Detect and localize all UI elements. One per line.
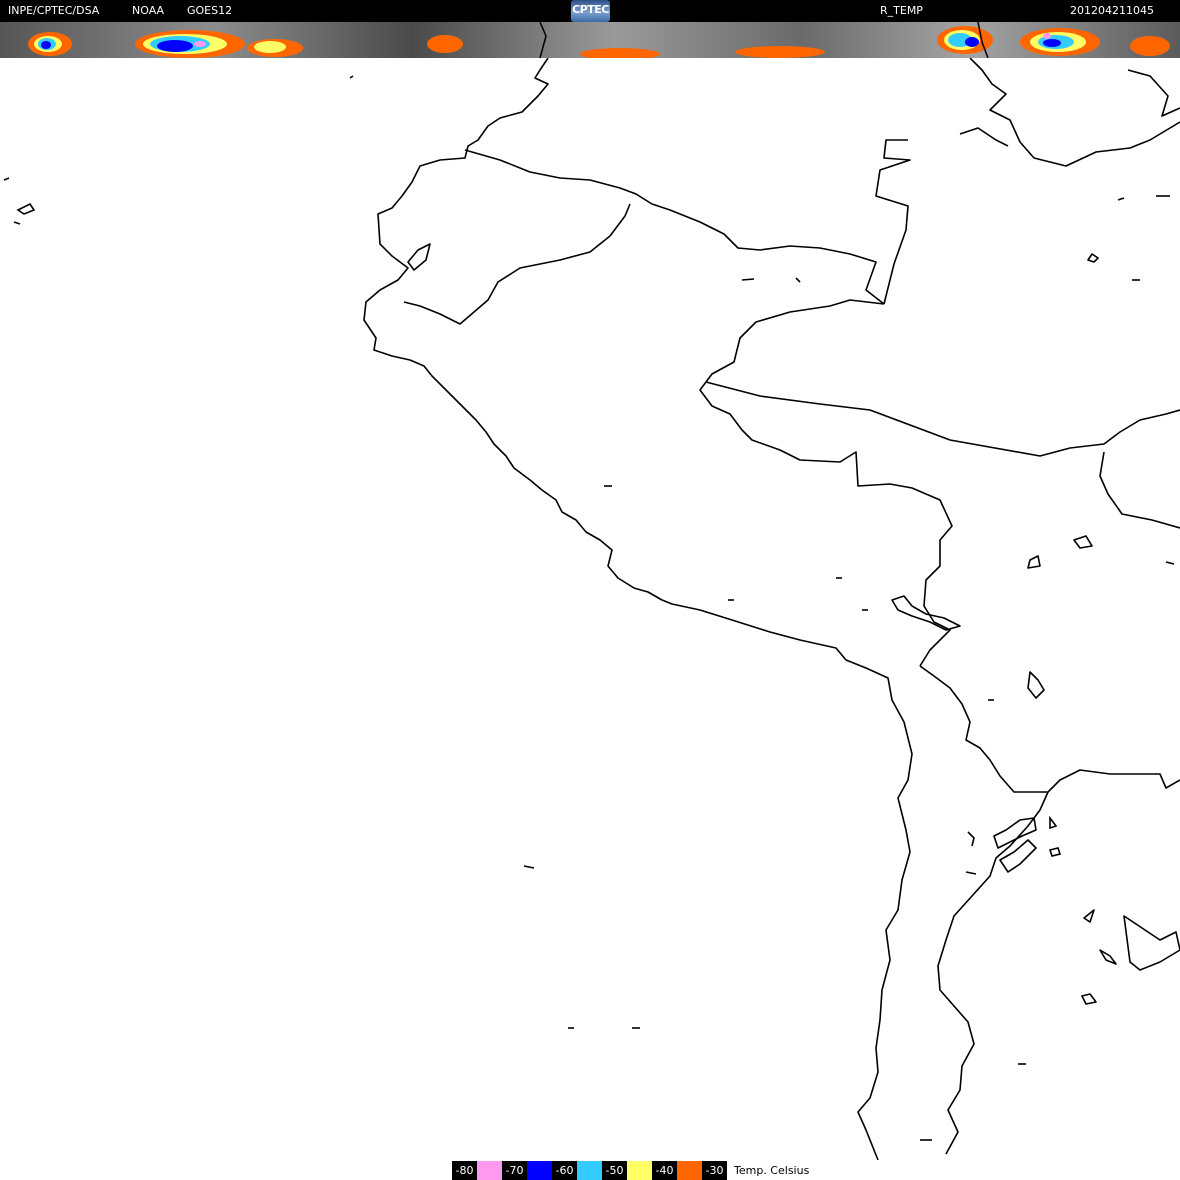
lake-feature <box>1081 993 1097 1005</box>
island <box>523 865 535 869</box>
product-label: R_TEMP <box>880 4 923 17</box>
legend-label: -80 <box>452 1161 477 1180</box>
border-northeast-2 <box>1127 69 1180 117</box>
border-northeast <box>969 58 1180 167</box>
legend-label: -60 <box>552 1161 577 1180</box>
cloud-top-imagery <box>28 22 1170 58</box>
legend-label: -30 <box>702 1161 727 1180</box>
lake-feature <box>1073 535 1093 549</box>
border-bolivia-chile <box>919 665 1180 793</box>
island <box>1117 197 1125 201</box>
island <box>1049 815 1058 830</box>
island <box>349 75 354 79</box>
lake-feature <box>1027 671 1045 699</box>
island <box>3 177 10 181</box>
border-guiana <box>959 127 1009 147</box>
island <box>1048 847 1062 857</box>
border-brazil-bolivia <box>1099 451 1180 529</box>
legend-unit: Temp. Celsius <box>734 1164 810 1177</box>
island <box>1165 561 1175 565</box>
cptec-logo: CPTEC <box>571 0 610 22</box>
legend-swatch <box>477 1161 502 1180</box>
border-colombia-ecuador <box>464 149 885 305</box>
island <box>795 277 801 283</box>
lake-feature <box>1083 909 1095 923</box>
legend-swatch <box>527 1161 552 1180</box>
border-brazil-peru <box>705 381 1180 457</box>
coastline <box>363 58 913 1160</box>
legend-swatch <box>677 1161 702 1180</box>
legend-label: -70 <box>502 1161 527 1180</box>
legend-label: -50 <box>602 1161 627 1180</box>
lake-feature <box>1123 915 1180 971</box>
gulf-guayaquil <box>407 243 431 271</box>
island <box>967 831 975 847</box>
border-ecuador-peru <box>403 203 631 325</box>
island <box>741 278 755 281</box>
border-argentina-chile <box>937 791 1049 1155</box>
lake-feature <box>1027 555 1041 569</box>
agency-label: NOAA <box>132 4 165 17</box>
border-venezuela-brazil <box>875 139 911 305</box>
legend-swatch <box>577 1161 602 1180</box>
border-peru-colombia <box>699 299 953 667</box>
island <box>13 221 21 225</box>
legend-swatch <box>627 1161 652 1180</box>
satellite-label: GOES12 <box>187 4 233 17</box>
island <box>965 871 977 875</box>
satellite-imagery-strip <box>0 22 1180 58</box>
legend-label: -40 <box>652 1161 677 1180</box>
source-label: INPE/CPTEC/DSA <box>8 4 100 17</box>
lake-feature <box>1099 949 1117 965</box>
map-area <box>3 58 1180 1160</box>
island <box>16 202 36 215</box>
cptec-logo-text: CPTEC <box>572 3 609 16</box>
lake-titicaca <box>891 595 961 631</box>
timestamp-label: 201204211045 <box>1070 4 1154 17</box>
lake-feature <box>1087 253 1099 263</box>
